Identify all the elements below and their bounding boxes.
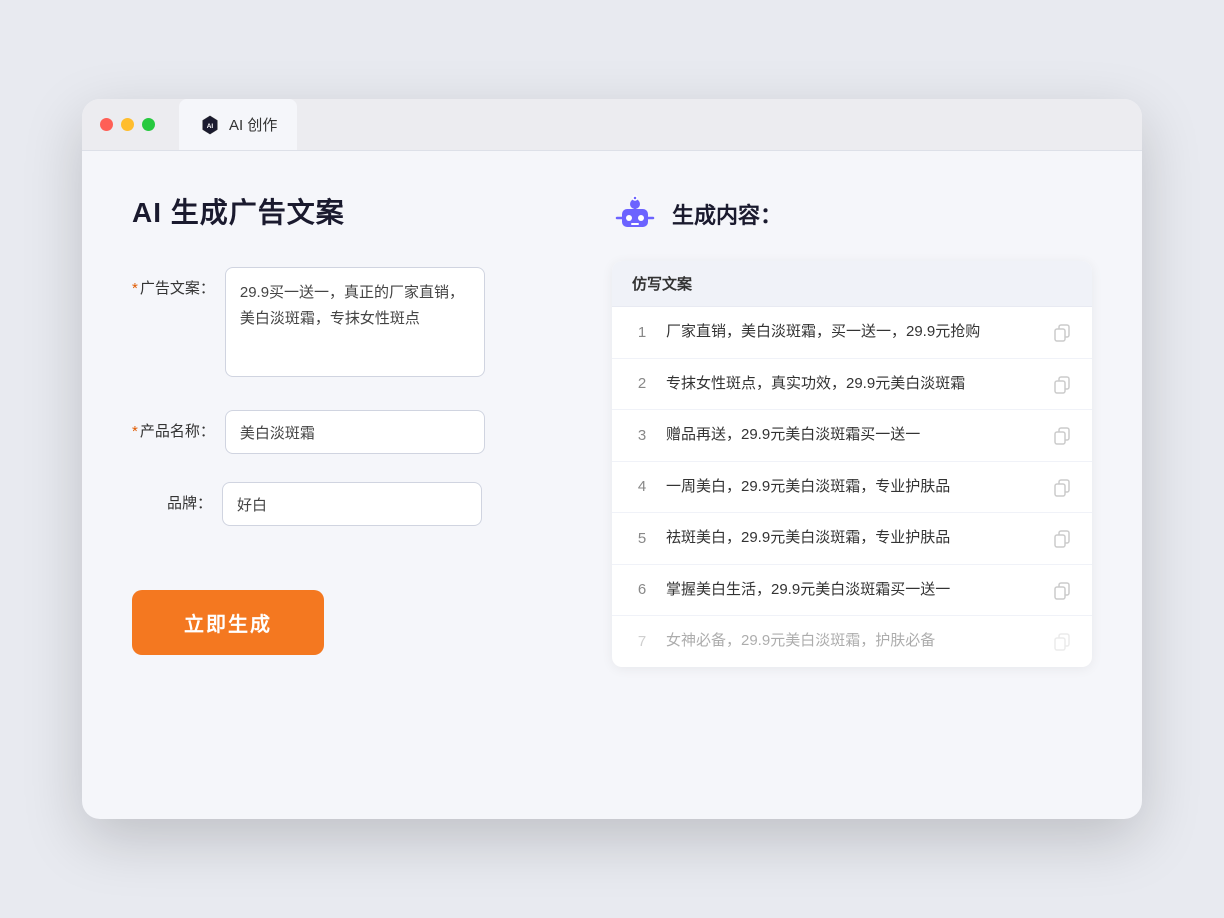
brand-group: 品牌： [132,482,552,526]
row-num-7: 7 [632,633,652,650]
robot-icon [612,191,658,237]
result-header: 生成内容： [612,191,1092,237]
row-num-4: 4 [632,478,652,495]
row-text-3: 赠品再送，29.9元美白淡斑霜买一送一 [666,424,1038,447]
ad-copy-input-wrap: 29.9买一送一，真正的厂家直销，美白淡斑霜，专抹女性斑点 [225,267,552,382]
title-bar: AI AI 创作 [82,99,1142,151]
row-text-2: 专抹女性斑点，真实功效，29.9元美白淡斑霜 [666,373,1038,396]
tab-label: AI 创作 [229,114,277,135]
required-star-2: * [132,423,138,440]
result-table-header: 仿写文案 [612,261,1092,307]
ai-icon: AI [199,114,221,136]
left-panel: AI 生成广告文案 *广告文案： 29.9买一送一，真正的厂家直销，美白淡斑霜，… [132,191,552,771]
page-title: AI 生成广告文案 [132,191,552,231]
copy-icon-2[interactable] [1052,374,1072,394]
required-star-1: * [132,280,138,297]
generate-button[interactable]: 立即生成 [132,590,324,655]
result-row-4: 4 一周美白，29.9元美白淡斑霜，专业护肤品 [612,462,1092,514]
copy-icon-3[interactable] [1052,425,1072,445]
brand-input-wrap [222,482,552,526]
main-content: AI 生成广告文案 *广告文案： 29.9买一送一，真正的厂家直销，美白淡斑霜，… [82,151,1142,811]
row-text-4: 一周美白，29.9元美白淡斑霜，专业护肤品 [666,476,1038,499]
ad-copy-group: *广告文案： 29.9买一送一，真正的厂家直销，美白淡斑霜，专抹女性斑点 [132,267,552,382]
right-panel: 生成内容： 仿写文案 1 厂家直销，美白淡斑霜，买一送一，29.9元抢购 2 专… [612,191,1092,771]
brand-label: 品牌： [132,482,212,513]
maximize-button[interactable] [142,118,155,131]
row-num-6: 6 [632,581,652,598]
copy-icon-7[interactable] [1052,631,1072,651]
ai-tab[interactable]: AI AI 创作 [179,99,297,150]
copy-icon-6[interactable] [1052,580,1072,600]
result-row-2: 2 专抹女性斑点，真实功效，29.9元美白淡斑霜 [612,359,1092,411]
product-name-label: *产品名称： [132,410,215,441]
ad-copy-textarea[interactable]: 29.9买一送一，真正的厂家直销，美白淡斑霜，专抹女性斑点 [225,267,485,377]
svg-text:AI: AI [207,122,214,129]
product-name-input[interactable] [225,410,485,454]
row-num-3: 3 [632,427,652,444]
minimize-button[interactable] [121,118,134,131]
brand-input[interactable] [222,482,482,526]
row-text-6: 掌握美白生活，29.9元美白淡斑霜买一送一 [666,579,1038,602]
row-text-5: 祛斑美白，29.9元美白淡斑霜，专业护肤品 [666,527,1038,550]
row-text-1: 厂家直销，美白淡斑霜，买一送一，29.9元抢购 [666,321,1038,344]
copy-icon-1[interactable] [1052,322,1072,342]
traffic-lights [100,118,155,131]
row-num-2: 2 [632,375,652,392]
ad-copy-label: *广告文案： [132,267,215,298]
row-num-1: 1 [632,324,652,341]
result-row-1: 1 厂家直销，美白淡斑霜，买一送一，29.9元抢购 [612,307,1092,359]
browser-window: AI AI 创作 AI 生成广告文案 *广告文案： 29.9买一送一，真正的厂家… [82,99,1142,819]
row-num-5: 5 [632,530,652,547]
copy-icon-4[interactable] [1052,477,1072,497]
close-button[interactable] [100,118,113,131]
result-row-5: 5 祛斑美白，29.9元美白淡斑霜，专业护肤品 [612,513,1092,565]
row-text-7: 女神必备，29.9元美白淡斑霜，护肤必备 [666,630,1038,653]
product-name-input-wrap [225,410,552,454]
result-row-7: 7 女神必备，29.9元美白淡斑霜，护肤必备 [612,616,1092,667]
result-row-6: 6 掌握美白生活，29.9元美白淡斑霜买一送一 [612,565,1092,617]
product-name-group: *产品名称： [132,410,552,454]
copy-icon-5[interactable] [1052,528,1072,548]
result-table: 仿写文案 1 厂家直销，美白淡斑霜，买一送一，29.9元抢购 2 专抹女性斑点，… [612,261,1092,667]
result-row-3: 3 赠品再送，29.9元美白淡斑霜买一送一 [612,410,1092,462]
result-title: 生成内容： [672,198,782,230]
